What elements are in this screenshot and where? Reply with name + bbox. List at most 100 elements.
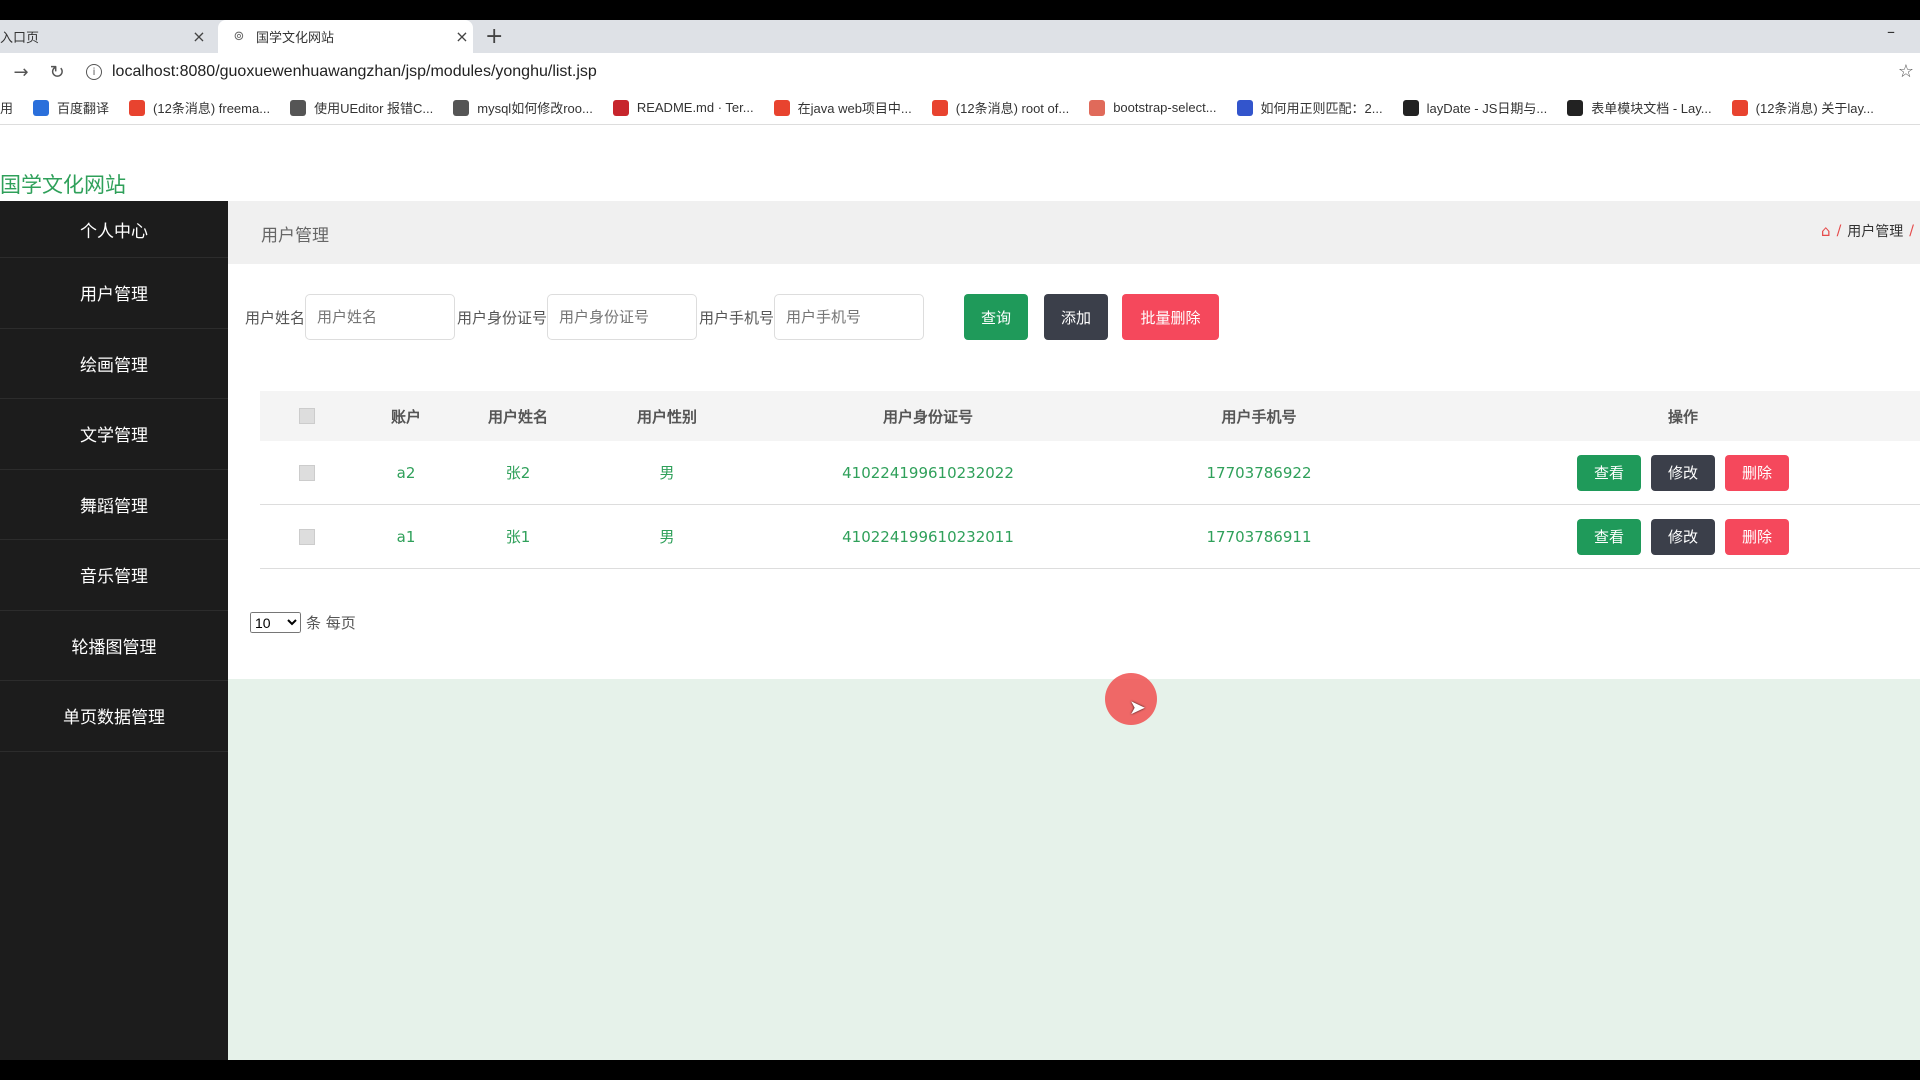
bookmark-label: (12条消息) root of...: [955, 101, 1070, 116]
bookmark-item[interactable]: 表单模块文档 - Lay...: [1567, 98, 1712, 117]
view-button[interactable]: 查看: [1577, 518, 1641, 555]
sidebar-item-dance[interactable]: 舞蹈管理: [0, 470, 228, 540]
view-button[interactable]: 查看: [1577, 454, 1641, 491]
select-all-checkbox[interactable]: [299, 391, 315, 441]
delete-button[interactable]: 删除: [1725, 454, 1789, 491]
sidebar-item-literature[interactable]: 文学管理: [0, 399, 228, 470]
bookmark-label: bootstrap-select...: [1113, 100, 1217, 115]
reload-icon[interactable]: ↻: [42, 62, 72, 83]
screen: 入口页 × ⊚ 国学文化网站 × + – → ↻ i localhost:808…: [0, 0, 1920, 1080]
bookmarks-bar: 用 百度翻译 (12条消息) freema... 使用UEditor 报错C... my…: [0, 91, 1920, 125]
header-account: 账户: [390, 407, 422, 426]
bookmark-star-icon[interactable]: ☆: [1898, 61, 1914, 82]
row-checkbox[interactable]: [299, 505, 315, 568]
info-icon[interactable]: i: [86, 64, 102, 80]
cell-idcard: 410224199610232011: [842, 527, 1014, 546]
cell-account: a1: [396, 527, 416, 546]
cell-gender: 男: [659, 464, 675, 482]
header-actions: 操作: [1667, 407, 1699, 426]
tab-bar: 入口页 × ⊚ 国学文化网站 × + –: [0, 20, 1920, 53]
bookmark-item[interactable]: (12条消息) 关于lay...: [1731, 98, 1874, 117]
cell-phone: 17703786911: [1206, 527, 1312, 546]
home-icon[interactable]: ⌂: [1821, 222, 1831, 240]
new-tab-icon[interactable]: +: [485, 24, 503, 49]
bookmark-favicon-icon: [1731, 99, 1748, 116]
tab-close-icon[interactable]: ×: [451, 27, 473, 46]
bookmark-label: README.md · Ter...: [636, 100, 754, 115]
delete-button[interactable]: 删除: [1725, 518, 1789, 555]
bookmark-favicon-icon: [290, 99, 307, 116]
bookmark-label: 在java web项目中...: [797, 101, 912, 116]
user-table: 账户 用户姓名 用户性别 用户身份证号 用户手机号 操作 a2 张2 男 410…: [260, 391, 1920, 569]
bookmark-favicon-icon: [931, 99, 948, 116]
bookmark-item[interactable]: 使用UEditor 报错C...: [290, 98, 433, 117]
bookmark-item[interactable]: 百度翻译: [33, 98, 109, 117]
row-actions: 查看 修改 删除: [1572, 505, 1794, 568]
bookmark-favicon-icon: [1236, 99, 1253, 116]
row-checkbox[interactable]: [299, 441, 315, 504]
bookmark-item[interactable]: (12条消息) freema...: [129, 98, 270, 117]
site-favicon-icon: ⊚: [233, 29, 245, 44]
bookmark-favicon-icon: [453, 99, 470, 116]
main-content: 用户管理 ⌂ / 用户管理 / 用户姓名 用户身份证号 用户手机号 查询: [228, 201, 1920, 1060]
bookmark-item[interactable]: (12条消息) root of...: [931, 98, 1070, 117]
bookmark-label: 百度翻译: [57, 101, 110, 116]
tab-guoxue[interactable]: ⊚ 国学文化网站 ×: [218, 20, 473, 53]
bookmark-item[interactable]: 在java web项目中...: [773, 98, 912, 117]
bookmark-favicon-icon: [612, 99, 629, 116]
sidebar-item-painting[interactable]: 绘画管理: [0, 329, 228, 399]
tab-close-icon[interactable]: ×: [188, 27, 210, 46]
bookmark-label: 使用UEditor 报错C...: [314, 101, 434, 116]
bottom-bar: [0, 1060, 1920, 1080]
bulk-delete-button[interactable]: 批量删除: [1122, 294, 1220, 340]
bookmark-favicon-icon: [129, 99, 146, 116]
add-button[interactable]: 添加: [1044, 294, 1109, 340]
bookmark-item[interactable]: mysql如何修改roo...: [453, 98, 593, 117]
tab-entry[interactable]: 入口页 ×: [0, 20, 210, 53]
name-input[interactable]: [305, 294, 456, 340]
breadcrumb-current: 用户管理: [1847, 224, 1904, 240]
minimize-icon[interactable]: –: [1887, 22, 1895, 41]
bookmark-label: 表单模块文档 - Lay...: [1591, 101, 1712, 116]
phone-label: 用户手机号: [699, 308, 775, 327]
bookmark-label: (12条消息) 关于lay...: [1755, 101, 1874, 116]
idcard-label: 用户身份证号: [457, 308, 548, 327]
bookmark-label: 如何用正则匹配：2...: [1260, 101, 1383, 116]
edit-button[interactable]: 修改: [1651, 518, 1715, 555]
page-size-select[interactable]: 10: [250, 612, 301, 633]
sidebar-item-profile[interactable]: 个人中心: [0, 201, 228, 258]
header-phone: 用户手机号: [1221, 407, 1297, 426]
bookmark-label: mysql如何修改roo...: [477, 101, 593, 116]
query-button[interactable]: 查询: [964, 294, 1029, 340]
sidebar-item-music[interactable]: 音乐管理: [0, 540, 228, 611]
header-gender: 用户性别: [636, 407, 698, 426]
bookmark-item[interactable]: bootstrap-select...: [1089, 99, 1217, 116]
cell-phone: 17703786922: [1206, 463, 1312, 482]
bookmark-item[interactable]: 用: [0, 98, 13, 117]
sidebar: 个人中心 用户管理 绘画管理 文学管理 舞蹈管理 音乐管理 轮播图管理 单页数据…: [0, 201, 228, 1060]
bookmark-label: (12条消息) freema...: [153, 101, 271, 116]
forward-icon[interactable]: →: [6, 62, 36, 83]
bookmark-item[interactable]: layDate - JS日期与...: [1402, 98, 1548, 117]
bookmark-label: layDate - JS日期与...: [1426, 101, 1548, 116]
bookmark-item[interactable]: 如何用正则匹配：2...: [1236, 98, 1383, 117]
breadcrumb-bar: 用户管理 ⌂ / 用户管理 /: [228, 201, 1920, 264]
name-label: 用户姓名: [245, 308, 306, 327]
table-row: a2 张2 男 410224199610232022 17703786922 查…: [260, 441, 1920, 505]
bookmark-favicon-icon: [1089, 99, 1106, 116]
table-header: 账户 用户姓名 用户性别 用户身份证号 用户手机号 操作: [260, 391, 1920, 441]
cell-name: 张1: [505, 528, 531, 546]
list-panel: 用户姓名 用户身份证号 用户手机号 查询 添加 批量删除 账户 用户姓名 用: [228, 264, 1920, 679]
sidebar-item-carousel[interactable]: 轮播图管理: [0, 611, 228, 681]
edit-button[interactable]: 修改: [1651, 454, 1715, 491]
phone-input[interactable]: [774, 294, 925, 340]
page-size-suffix: 条 每页: [306, 614, 356, 632]
idcard-input[interactable]: [547, 294, 698, 340]
sidebar-item-users[interactable]: 用户管理: [0, 258, 228, 329]
bookmark-item[interactable]: README.md · Ter...: [612, 99, 754, 116]
cell-gender: 男: [659, 528, 675, 546]
site-title[interactable]: 国学文化网站: [0, 169, 126, 199]
url-field[interactable]: localhost:8080/guoxuewenhuawangzhan/jsp/…: [112, 63, 597, 81]
bookmark-label: 用: [0, 101, 14, 116]
sidebar-item-single-page[interactable]: 单页数据管理: [0, 681, 228, 752]
